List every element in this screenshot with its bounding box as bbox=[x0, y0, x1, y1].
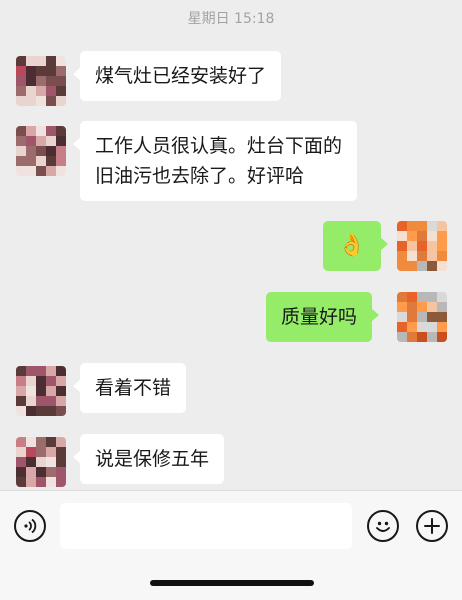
message-text: 说是保修五年 bbox=[95, 448, 210, 470]
avatar[interactable] bbox=[397, 292, 447, 342]
message-bubble[interactable]: 👌 bbox=[323, 221, 388, 271]
home-indicator bbox=[150, 580, 314, 586]
plus-icon bbox=[424, 518, 440, 534]
message-text: 工作人员很认真。灶台下面的 bbox=[95, 135, 343, 157]
voice-icon bbox=[24, 518, 37, 534]
voice-button[interactable] bbox=[14, 510, 46, 542]
message-text: 看着不错 bbox=[95, 377, 172, 399]
chat-area[interactable]: 星期日 15:18 煤气灶已经安装好了 工作人员很认真。灶台下面的 旧油污也去除… bbox=[0, 0, 462, 490]
more-button[interactable] bbox=[416, 510, 448, 542]
message-bubble[interactable]: 看着不错 bbox=[72, 363, 187, 413]
emoji-icon bbox=[376, 521, 390, 532]
message-bubble[interactable]: 煤气灶已经安装好了 bbox=[72, 51, 282, 101]
message-text: 旧油污也去除了。好评哈 bbox=[95, 165, 305, 187]
avatar[interactable] bbox=[16, 126, 66, 176]
message-text: 煤气灶已经安装好了 bbox=[95, 65, 267, 87]
emoji-button[interactable] bbox=[367, 510, 399, 542]
message-bubble[interactable]: 工作人员很认真。灶台下面的 旧油污也去除了。好评哈 bbox=[72, 121, 358, 201]
ok-hand-emoji: 👌 bbox=[338, 233, 366, 258]
avatar[interactable] bbox=[16, 56, 66, 106]
avatar[interactable] bbox=[397, 221, 447, 271]
input-bar bbox=[0, 490, 462, 600]
message-text: 质量好吗 bbox=[281, 306, 358, 328]
message-bubble[interactable]: 说是保修五年 bbox=[72, 434, 225, 484]
avatar[interactable] bbox=[16, 437, 66, 487]
message-input[interactable] bbox=[60, 503, 352, 549]
message-bubble[interactable]: 质量好吗 bbox=[266, 292, 380, 342]
timestamp: 星期日 15:18 bbox=[187, 11, 275, 27]
avatar[interactable] bbox=[16, 366, 66, 416]
